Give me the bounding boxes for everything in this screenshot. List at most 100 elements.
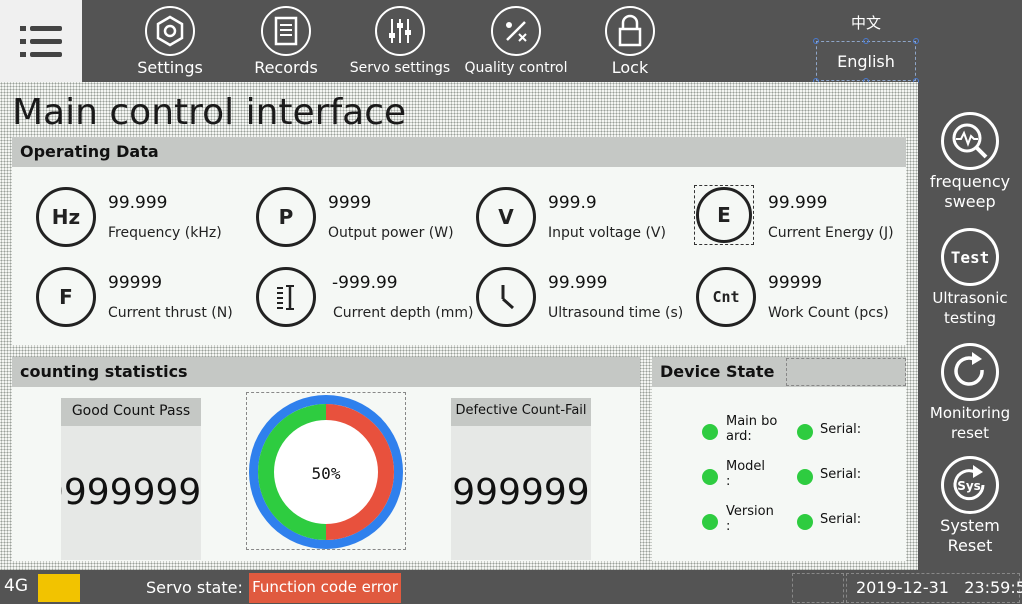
input-voltage-label: Input voltage (V)	[548, 225, 666, 241]
frequency-label: Frequency (kHz)	[108, 225, 222, 241]
menu-icon-dot	[20, 26, 26, 31]
nav-records[interactable]: Records	[230, 4, 342, 80]
pass-rate-ring-chart: 50%	[249, 395, 403, 549]
version-label: Version :	[726, 504, 774, 534]
counting-statistics-panel: counting statistics Good Count Pass 9999…	[12, 357, 640, 561]
status-extra-box	[792, 573, 844, 603]
device-state-panel: Device State Main bo ard: Serial: Model …	[652, 357, 906, 561]
operating-data-heading: Operating Data	[12, 137, 906, 167]
main-board-label: Main bo ard:	[726, 414, 778, 444]
nav-lock[interactable]: Lock	[574, 4, 686, 80]
status-dot	[797, 424, 813, 440]
menu-button[interactable]	[0, 0, 82, 82]
current-energy-label: Current Energy (J)	[768, 225, 894, 241]
current-energy-item: E 99.999 Current Energy (J)	[694, 185, 906, 253]
nav-quality-control[interactable]: Quality control	[460, 4, 572, 80]
current-thrust-value: 99999	[108, 273, 163, 293]
counting-statistics-heading: counting statistics	[12, 357, 640, 387]
servo-state-label: Servo state:	[146, 578, 243, 597]
language-switch: 中文 English	[813, 8, 919, 84]
search-wave-icon	[941, 112, 999, 170]
frequency-item: Hz 99.999 Frequency (kHz)	[36, 187, 246, 253]
clock-icon	[476, 267, 536, 327]
serial-label: Serial:	[820, 422, 862, 437]
nav-servo-settings-label: Servo settings	[349, 60, 451, 76]
nav-servo-settings[interactable]: Servo settings	[344, 4, 456, 80]
system-reset-button[interactable]: Sys System Reset	[918, 456, 1022, 566]
system-reset-icon-text: Sys	[957, 479, 981, 493]
current-thrust-label: Current thrust (N)	[108, 305, 233, 321]
energy-icon: E	[696, 187, 752, 243]
nav-settings-label: Settings	[137, 58, 203, 77]
ultrasound-time-item: 99.999 Ultrasound time (s)	[476, 267, 686, 333]
menu-icon-line	[30, 39, 62, 44]
monitoring-reset-button[interactable]: Monitoring reset	[918, 343, 1022, 453]
defective-count-value: 999999	[452, 472, 590, 513]
frequency-sweep-button[interactable]: frequency sweep	[918, 112, 1022, 222]
work-count-item: Cnt 99999 Work Count (pcs)	[696, 267, 906, 333]
sliders-icon	[375, 6, 425, 56]
status-dot	[702, 514, 718, 530]
ultrasonic-testing-button[interactable]: Test Ultrasonic testing	[918, 228, 1022, 338]
percent-icon	[491, 6, 541, 56]
status-bar: 4G Servo state: Function code error 2019…	[0, 572, 1022, 604]
good-count-box: Good Count Pass 99999999	[61, 398, 201, 560]
nav-records-label: Records	[254, 58, 318, 77]
input-voltage-value: 999.9	[548, 193, 597, 213]
status-dot	[797, 514, 813, 530]
current-depth-label: Current depth (mm)	[333, 305, 474, 321]
thrust-icon: F	[36, 267, 96, 327]
document-icon	[261, 6, 311, 56]
current-thrust-item: F 99999 Current thrust (N)	[36, 267, 246, 333]
selection-handle	[913, 38, 919, 44]
menu-icon-dot	[20, 39, 26, 44]
hamburger-menu-icon	[30, 26, 62, 31]
work-count-value: 99999	[768, 273, 823, 293]
ultrasound-time-value: 99.999	[548, 273, 608, 293]
system-reset-icon: Sys	[941, 456, 999, 514]
operating-data-panel: Operating Data Hz 99.999 Frequency (kHz)…	[12, 137, 906, 345]
page-title: Main control interface	[12, 92, 407, 133]
count-icon: Cnt	[696, 267, 756, 327]
defective-count-box: Defective Count-Fail 999999	[451, 398, 591, 560]
menu-icon-dot	[20, 52, 26, 57]
system-reset-label: System Reset	[940, 516, 1000, 555]
depth-gauge-icon	[256, 267, 316, 327]
padlock-icon	[605, 6, 655, 56]
menu-icon-line	[30, 52, 62, 57]
selection-handle	[813, 38, 819, 44]
frequency-value: 99.999	[108, 193, 168, 213]
hexagon-nut-icon	[145, 6, 195, 56]
pass-rate-label: 50%	[312, 464, 341, 483]
current-depth-value: -999.99	[332, 273, 398, 293]
refresh-icon	[941, 343, 999, 401]
ultrasound-time-label: Ultrasound time (s)	[548, 305, 684, 321]
voltage-icon: V	[476, 187, 536, 247]
output-power-value: 9999	[328, 193, 372, 213]
good-count-label: Good Count Pass	[61, 398, 201, 426]
datetime: 2019-12-31 23:59:59	[856, 578, 1022, 597]
status-dot	[797, 469, 813, 485]
current-depth-item: -999.99 Current depth (mm)	[256, 267, 473, 333]
servo-error-badge[interactable]: Function code error	[249, 573, 401, 603]
lang-chinese-option[interactable]: 中文	[816, 12, 916, 33]
lang-english-option[interactable]: English	[816, 52, 916, 71]
good-count-value: 99999999	[61, 472, 201, 513]
frequency-sweep-label: frequency sweep	[929, 172, 1011, 211]
serial-label: Serial:	[820, 512, 862, 527]
status-dot	[702, 469, 718, 485]
monitoring-reset-label: Monitoring reset	[929, 404, 1011, 442]
test-icon: Test	[941, 228, 999, 286]
current-energy-value: 99.999	[768, 193, 828, 213]
power-icon: P	[256, 187, 316, 247]
model-label: Model :	[726, 459, 766, 489]
nav-settings[interactable]: Settings	[114, 4, 226, 80]
hz-icon: Hz	[36, 187, 96, 247]
network-type: 4G	[4, 576, 28, 596]
serial-label: Serial:	[820, 467, 862, 482]
output-power-label: Output power (W)	[328, 225, 454, 241]
device-state-extra-box	[786, 358, 906, 386]
ultrasonic-testing-label: Ultrasonic testing	[932, 289, 1008, 327]
output-power-item: P 9999 Output power (W)	[256, 187, 466, 253]
work-count-label: Work Count (pcs)	[768, 305, 889, 321]
